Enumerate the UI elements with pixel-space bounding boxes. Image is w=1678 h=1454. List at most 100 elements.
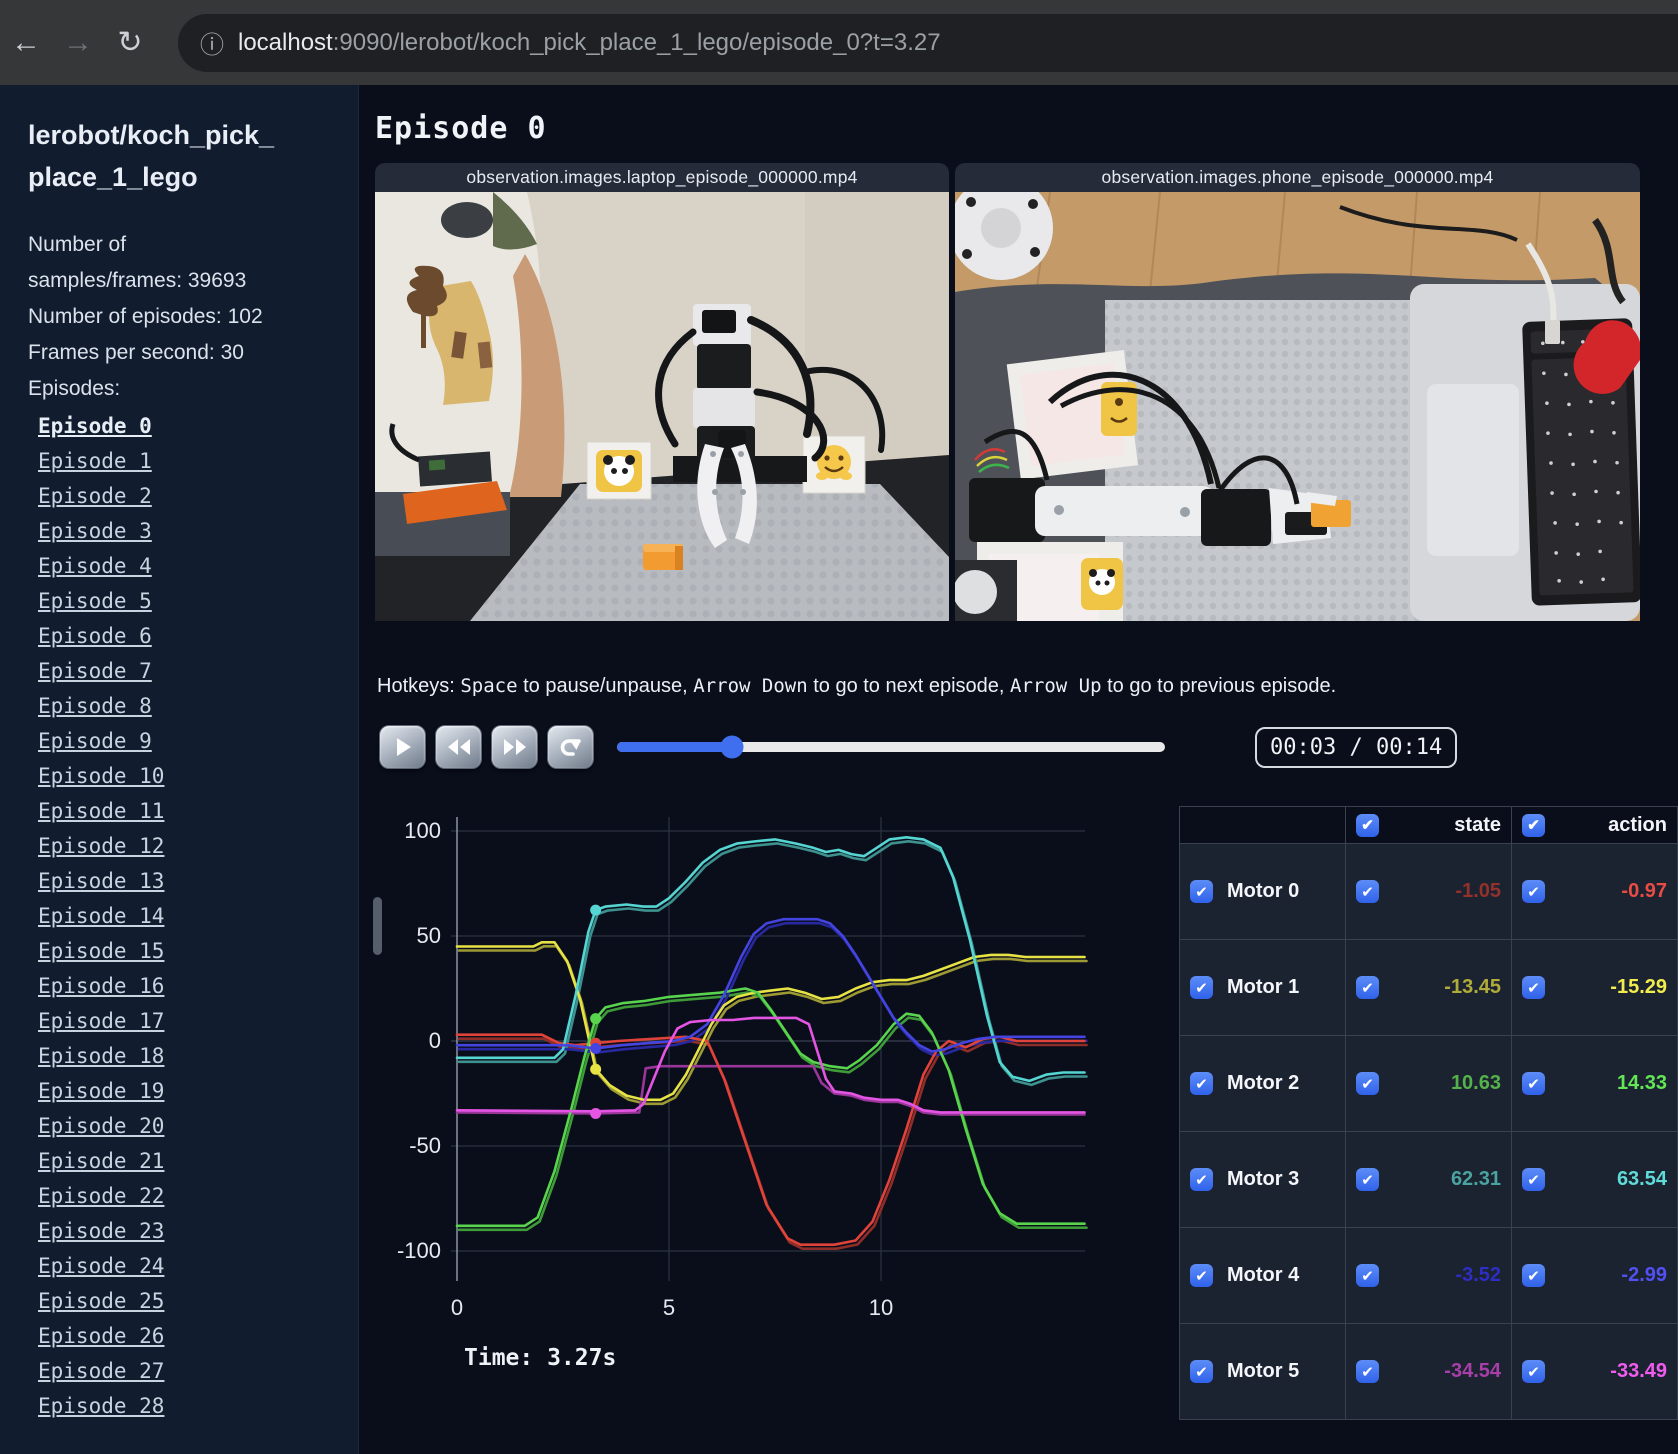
motor-3-action-checkbox[interactable]	[1522, 1168, 1545, 1191]
episode-link-1[interactable]: Episode 1	[38, 444, 334, 479]
episode-link-9[interactable]: Episode 9	[38, 724, 334, 759]
episode-link-23[interactable]: Episode 23	[38, 1214, 334, 1249]
series-state-0	[457, 1037, 1088, 1250]
episode-link-11[interactable]: Episode 11	[38, 794, 334, 829]
motor-1-state-checkbox[interactable]	[1356, 976, 1379, 999]
motor-1-row: Motor 1 -13.45 -15.29	[1179, 939, 1678, 1036]
motor-5-label: Motor 5	[1227, 1360, 1300, 1382]
motor-3-row-checkbox[interactable]	[1190, 1168, 1213, 1191]
seek-slider-thumb[interactable]	[720, 735, 744, 759]
motor-4-row-checkbox[interactable]	[1190, 1264, 1213, 1287]
hotkeys-text-3: to go to previous episode.	[1101, 675, 1337, 697]
sidebar: lerobot/koch_pick_place_1_lego Number of…	[0, 85, 359, 1454]
motor-3-state-checkbox[interactable]	[1356, 1168, 1379, 1191]
episodes-count: Number of episodes: 102	[28, 304, 263, 328]
motor-1-row-checkbox[interactable]	[1190, 976, 1213, 999]
site-info-icon[interactable]: ⓘ	[200, 25, 224, 60]
hotkeys-text-2: to go to next episode,	[807, 675, 1011, 697]
play-button[interactable]	[379, 725, 426, 769]
episode-link-10[interactable]: Episode 10	[38, 759, 334, 794]
address-bar[interactable]: ⓘ localhost:9090/lerobot/koch_pick_place…	[178, 13, 1678, 72]
video-title-phone: observation.images.phone_episode_000000.…	[955, 163, 1640, 192]
episode-link-14[interactable]: Episode 14	[38, 899, 334, 934]
episode-list: Episode 0 Episode 1 Episode 2 Episode 3 Epis…	[28, 409, 334, 1424]
motor-0-label: Motor 0	[1227, 880, 1300, 902]
motor-5-row-checkbox[interactable]	[1190, 1360, 1213, 1383]
time-display: 00:03 / 00:14	[1255, 726, 1458, 768]
episode-link-22[interactable]: Episode 22	[38, 1179, 334, 1214]
episode-link-2[interactable]: Episode 2	[38, 479, 334, 514]
loop-button[interactable]	[547, 725, 594, 769]
episode-link-28[interactable]: Episode 28	[38, 1389, 334, 1424]
motor-2-row-checkbox[interactable]	[1190, 1072, 1213, 1095]
motor-5-row: Motor 5 -34.54 -33.49	[1179, 1323, 1678, 1420]
episode-link-20[interactable]: Episode 20	[38, 1109, 334, 1144]
motor-2-action-checkbox[interactable]	[1522, 1072, 1545, 1095]
episode-link-18[interactable]: Episode 18	[38, 1039, 334, 1074]
episode-link-13[interactable]: Episode 13	[38, 864, 334, 899]
motor-3-row: Motor 3 62.31 63.54	[1179, 1131, 1678, 1228]
episode-link-7[interactable]: Episode 7	[38, 654, 334, 689]
motor-0-state-value: -1.05	[1455, 880, 1501, 902]
episode-link-17[interactable]: Episode 17	[38, 1004, 334, 1039]
episode-link-21[interactable]: Episode 21	[38, 1144, 334, 1179]
episode-link-8[interactable]: Episode 8	[38, 689, 334, 724]
state-column-checkbox[interactable]	[1356, 813, 1379, 837]
episode-link-6[interactable]: Episode 6	[38, 619, 334, 654]
url-text[interactable]: localhost:9090/lerobot/koch_pick_place_1…	[238, 29, 941, 57]
episode-link-0[interactable]: Episode 0	[38, 409, 334, 444]
motor-4-label: Motor 4	[1227, 1264, 1300, 1286]
fast-forward-button[interactable]	[491, 725, 538, 769]
video-frame-laptop-camera[interactable]	[375, 192, 949, 621]
motor-3-state-value: 62.31	[1450, 1168, 1501, 1190]
scrollbar-thumb[interactable]	[373, 897, 382, 955]
episode-link-25[interactable]: Episode 25	[38, 1284, 334, 1319]
video-frame-phone-camera[interactable]	[955, 192, 1640, 621]
motor-5-state-checkbox[interactable]	[1356, 1360, 1379, 1383]
svg-text:100: 100	[404, 818, 441, 843]
reload-icon[interactable]: ↻	[104, 25, 156, 60]
motor-1-action-checkbox[interactable]	[1522, 976, 1545, 999]
episode-link-4[interactable]: Episode 4	[38, 549, 334, 584]
seek-slider[interactable]	[617, 735, 1165, 759]
forward-icon[interactable]: →	[52, 26, 104, 60]
app-window: ← → ↻ ⓘ localhost:9090/lerobot/koch_pick…	[0, 0, 1678, 1454]
motor-2-label: Motor 2	[1227, 1072, 1300, 1094]
episode-link-16[interactable]: Episode 16	[38, 969, 334, 1004]
rewind-button[interactable]	[435, 725, 482, 769]
action-column-checkbox[interactable]	[1522, 813, 1545, 837]
motor-0-action-checkbox[interactable]	[1522, 880, 1545, 903]
video-panel-laptop: observation.images.laptop_episode_000000…	[375, 163, 949, 621]
video-title-laptop: observation.images.laptop_episode_000000…	[375, 163, 949, 192]
hotkey-arrow-up: Arrow Up	[1010, 675, 1102, 697]
page-title: Episode 0	[375, 111, 547, 146]
episode-link-12[interactable]: Episode 12	[38, 829, 334, 864]
episode-link-24[interactable]: Episode 24	[38, 1249, 334, 1284]
svg-text:-100: -100	[397, 1238, 441, 1263]
svg-text:5: 5	[663, 1295, 675, 1320]
episode-link-26[interactable]: Episode 26	[38, 1319, 334, 1354]
motor-5-action-checkbox[interactable]	[1522, 1360, 1545, 1383]
motor-3-label: Motor 3	[1227, 1168, 1300, 1190]
episode-link-15[interactable]: Episode 15	[38, 934, 334, 969]
episode-link-19[interactable]: Episode 19	[38, 1074, 334, 1109]
motor-0-state-checkbox[interactable]	[1356, 880, 1379, 903]
samples-count: Number of samples/frames: 39693	[28, 232, 247, 292]
episode-link-27[interactable]: Episode 27	[38, 1354, 334, 1389]
motor-2-action-value: 14.33	[1616, 1072, 1667, 1094]
series-state-1	[457, 945, 1088, 1106]
motor-2-state-checkbox[interactable]	[1356, 1072, 1379, 1095]
play-icon	[396, 738, 411, 756]
dataset-title: lerobot/koch_pick_place_1_lego	[28, 120, 275, 192]
episode-link-5[interactable]: Episode 5	[38, 584, 334, 619]
episode-link-3[interactable]: Episode 3	[38, 514, 334, 549]
back-icon[interactable]: ←	[0, 26, 52, 60]
motors-chart[interactable]: 100 50 0 -50 -100 0 5 10	[379, 791, 1091, 1331]
motor-0-row-checkbox[interactable]	[1190, 880, 1213, 903]
motor-4-action-checkbox[interactable]	[1522, 1264, 1545, 1287]
motor-3-action-value: 63.54	[1616, 1168, 1667, 1190]
svg-text:0: 0	[429, 1028, 441, 1053]
motor-4-state-checkbox[interactable]	[1356, 1264, 1379, 1287]
motor-2-state-value: 10.63	[1450, 1072, 1501, 1094]
motor-4-action-value: -2.99	[1621, 1264, 1667, 1286]
